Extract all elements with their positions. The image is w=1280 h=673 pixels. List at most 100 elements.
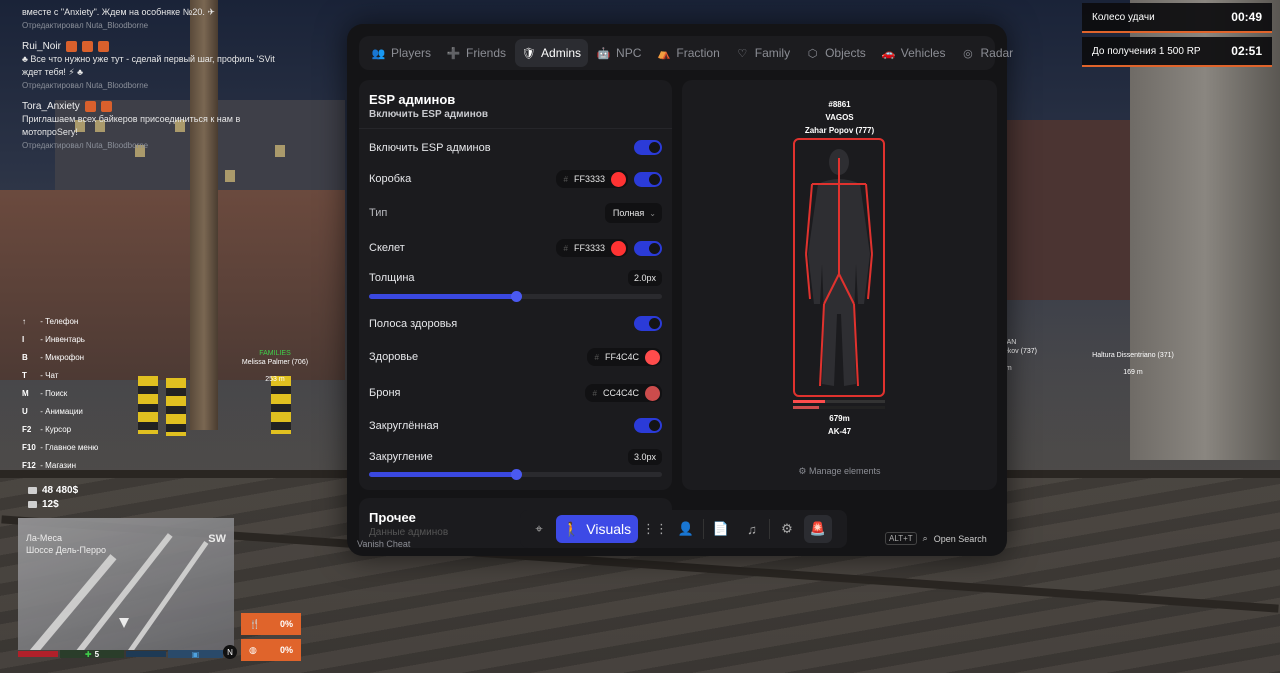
- armor-icon: ▣: [191, 649, 200, 659]
- setting-armor: Броня # CC4C4C: [369, 384, 662, 402]
- preview-distance: 679m: [829, 414, 850, 423]
- armor-color-picker[interactable]: # CC4C4C: [584, 384, 662, 402]
- add-user-button[interactable]: 👤: [672, 515, 700, 543]
- skeleton-toggle[interactable]: [634, 240, 662, 256]
- chat-edit-note: Отредактировал Nuta_Bloodborne: [22, 21, 149, 30]
- heart-icon: ♡: [737, 47, 748, 60]
- rounding-value: 3.0px: [627, 449, 662, 465]
- keybind-list: ↑ - Телефон I - Инвентарь B - Микрофон T…: [22, 313, 98, 475]
- background-post: [271, 376, 291, 434]
- enable-esp-toggle[interactable]: [634, 140, 662, 155]
- box-color-picker[interactable]: # FF3333: [555, 170, 628, 188]
- chevron-down-icon: ⌄: [649, 208, 656, 218]
- visuals-button[interactable]: 🚶 Visuals: [556, 515, 638, 543]
- robot-icon: 🤖: [596, 47, 611, 60]
- box-toggle[interactable]: [634, 171, 662, 187]
- hunger-indicator: 🍴 0%: [241, 613, 301, 635]
- player-arrow-icon: [119, 618, 129, 628]
- player-nametag: Haltura Dissentriano (371) 169 m: [1092, 352, 1174, 376]
- setting-thickness: Толщина 2.0px: [369, 270, 662, 286]
- thickness-slider[interactable]: [369, 291, 662, 302]
- music-button[interactable]: ♫: [738, 515, 766, 543]
- skeleton-color-swatch[interactable]: [611, 240, 626, 256]
- tab-admins[interactable]: 🛡 Admins: [515, 39, 589, 67]
- thickness-slider-handle[interactable]: [510, 291, 522, 302]
- dock-divider: [703, 519, 704, 539]
- compass-icon: ◎: [963, 47, 973, 60]
- minimap[interactable]: Ла-Меса Шоссе Дель-Перро SW: [18, 518, 234, 650]
- script-button[interactable]: 📄: [707, 515, 735, 543]
- rounding-slider-handle[interactable]: [510, 469, 522, 480]
- settings-button[interactable]: ⚙: [773, 515, 801, 543]
- settings-icon: ⚙: [798, 466, 807, 476]
- fraction-icon: ⛺: [657, 47, 671, 60]
- preview-id: #8861: [828, 100, 851, 109]
- keybind-item: I - Инвентарь: [22, 335, 85, 344]
- setting-rounding: Закругление 3.0px: [369, 449, 662, 465]
- food-icon: 🍴: [249, 618, 261, 629]
- thirst-indicator: ◍ 0%: [241, 639, 301, 661]
- shop-badge-icon: [97, 41, 109, 52]
- timer-progress: [1082, 65, 1272, 67]
- health-color-picker[interactable]: # FF4C4C: [586, 348, 662, 366]
- person-icon: 🚶: [562, 520, 581, 537]
- bottom-dock: ⌖ 🚶 Visuals ⋮⋮ 👤 📄 ♫ ⚙ 🚨: [520, 510, 847, 548]
- keybind-item: F12 - Магазин: [22, 461, 76, 470]
- preview-health-bar: [793, 400, 826, 403]
- tab-family[interactable]: ♡ Family: [729, 39, 797, 67]
- chat-badge-icon: [100, 101, 112, 112]
- drink-icon: ◍: [249, 644, 257, 655]
- esp-header: ESP админов Включить ESP админов: [359, 80, 672, 129]
- rounded-toggle[interactable]: [634, 418, 662, 433]
- chat-line: ♣ Все что нужно уже тут - сделай первый …: [22, 54, 275, 64]
- brand-label: Vanish Cheat: [357, 539, 411, 549]
- bank-display: 12$: [28, 499, 59, 510]
- background-concrete-pillar: [1130, 0, 1280, 460]
- dock-divider: [769, 519, 770, 539]
- thickness-value: 2.0px: [627, 270, 662, 286]
- rounding-slider[interactable]: [369, 469, 662, 480]
- chat-author: Rui_Noir: [22, 40, 342, 53]
- preview-name: Zahar Popov (777): [804, 126, 875, 135]
- tab-radar[interactable]: ◎ Radar: [954, 39, 1020, 67]
- box-color-swatch[interactable]: [611, 171, 626, 187]
- chat-line: Приглашаем всех байкеров присоединиться …: [22, 114, 241, 124]
- siren-icon: 🚨: [809, 521, 827, 536]
- alarm-button[interactable]: 🚨: [804, 515, 832, 543]
- gear-icon: ⚙: [781, 521, 793, 536]
- healthbar-toggle[interactable]: [634, 316, 662, 331]
- tab-vehicles[interactable]: 🚗 Vehicles: [875, 39, 953, 67]
- open-search-hint[interactable]: ALT+T ⌕ Open Search: [885, 532, 987, 545]
- keybind-item: U - Анимации: [22, 407, 83, 416]
- timer-wheel: Колесо удачи 00:49: [1082, 3, 1272, 31]
- location-label: Ла-Меса Шоссе Дель-Перро: [26, 533, 106, 555]
- health-icon: ✚: [84, 649, 92, 659]
- tab-friends[interactable]: ➕ Friends: [440, 39, 513, 67]
- crosshair-button[interactable]: ⌖: [525, 515, 553, 543]
- preview-weapon: AK-47: [827, 427, 852, 436]
- keybind-item: F2 - Курсор: [22, 425, 72, 434]
- health-color-swatch[interactable]: [645, 349, 660, 365]
- preview-bounding-box: [793, 138, 885, 397]
- tab-objects[interactable]: ⬡ Objects: [799, 39, 873, 67]
- players-icon: 👥: [371, 47, 386, 60]
- esp-preview: #8861 VAGOS Zahar Popov (777) 679m AK-47…: [682, 80, 997, 490]
- tab-players[interactable]: 👥 Players: [365, 39, 438, 67]
- armor-color-swatch[interactable]: [645, 385, 660, 401]
- skeleton-color-picker[interactable]: # FF3333: [555, 239, 628, 257]
- setting-rounded: Закруглённая: [369, 418, 662, 433]
- setting-enable-esp: Включить ESP админов: [369, 140, 662, 155]
- timer-rp: До получения 1 500 RP 02:51: [1082, 37, 1272, 65]
- manage-elements-link[interactable]: ⚙ Manage elements: [682, 466, 997, 477]
- grid-button[interactable]: ⋮⋮: [641, 515, 669, 543]
- chat-author: Tora_Anxiety: [22, 100, 342, 113]
- grid-icon: ⋮⋮: [642, 521, 668, 536]
- tab-fraction[interactable]: ⛺ Fraction: [650, 39, 726, 67]
- compass-north-icon: N: [223, 645, 237, 659]
- timer-progress: [1082, 31, 1272, 33]
- chat-badge-icon: [81, 41, 93, 52]
- search-shortcut-key: ALT+T: [885, 532, 917, 545]
- type-select[interactable]: Полная ⌄: [604, 203, 662, 223]
- tab-npc[interactable]: 🤖 NPC: [590, 39, 648, 67]
- shield-icon: 🛡: [521, 47, 536, 60]
